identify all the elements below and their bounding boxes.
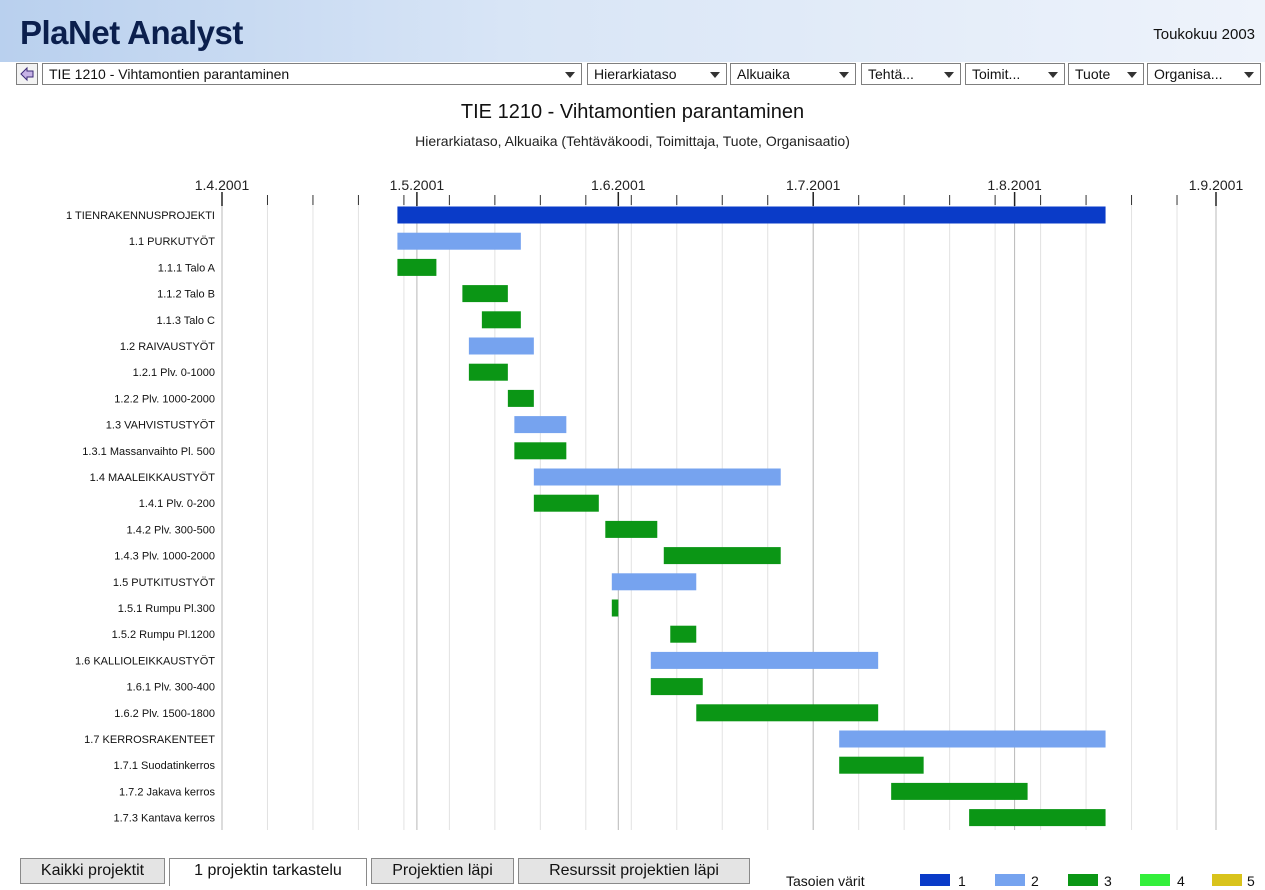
task-label: 1.6 KALLIOLEIKKAUSTYÖT xyxy=(75,655,215,667)
task-bar xyxy=(514,416,567,434)
legend-label-4: 4 xyxy=(1177,873,1185,889)
task-bar xyxy=(397,232,521,250)
task-bar xyxy=(670,625,697,643)
task-label: 1.6.2 Plv. 1500-1800 xyxy=(114,708,215,720)
legend-title: Tasoien värit xyxy=(786,873,865,889)
task-label: 1.1.2 Talo B xyxy=(157,289,215,301)
task-label: 1 TIENRAKENNUSPROJEKTI xyxy=(66,210,215,222)
legend-swatch-5 xyxy=(1212,874,1242,886)
task-bar xyxy=(507,389,534,407)
task-label: 1.5.2 Rumpu Pl.1200 xyxy=(112,629,215,641)
task-label: 1.6.1 Plv. 300-400 xyxy=(127,682,215,694)
task-label: 1.5 PUTKITUSTYÖT xyxy=(113,577,215,589)
axis-tick-label: 1.9.2001 xyxy=(1189,177,1244,193)
task-bar xyxy=(397,206,1106,224)
legend-label-2: 2 xyxy=(1031,873,1039,889)
task-bar xyxy=(468,337,534,355)
task-bar xyxy=(650,678,703,696)
task-label: 1.7.1 Suodatinkerros xyxy=(113,760,215,772)
task-label: 1.2 RAIVAUSTYÖT xyxy=(120,341,215,353)
task-bar xyxy=(605,520,658,538)
task-bar xyxy=(839,756,924,774)
axis-tick-label: 1.6.2001 xyxy=(591,177,646,193)
task-label: 1.3 VAHVISTUSTYÖT xyxy=(106,420,215,432)
task-bar xyxy=(696,704,879,722)
task-bar xyxy=(533,494,599,512)
task-label: 1.5.1 Rumpu Pl.300 xyxy=(118,603,215,615)
task-label: 1.4.2 Plv. 300-500 xyxy=(127,524,215,536)
task-bar xyxy=(839,730,1106,748)
task-bar xyxy=(650,651,879,669)
task-bar xyxy=(481,311,521,329)
task-bar xyxy=(462,285,508,303)
task-label: 1.1.3 Talo C xyxy=(156,315,215,327)
legend-swatch-2 xyxy=(995,874,1025,886)
task-bar xyxy=(969,809,1106,827)
task-label: 1.7.2 Jakava kerros xyxy=(119,786,215,798)
task-label: 1.2.2 Plv. 1000-2000 xyxy=(114,393,215,405)
axis-tick-label: 1.8.2001 xyxy=(987,177,1042,193)
task-bar xyxy=(533,468,781,486)
task-bar xyxy=(611,573,697,591)
task-label: 1.3.1 Massanvaihto Pl. 500 xyxy=(82,446,215,458)
task-bar xyxy=(397,258,437,276)
task-label: 1.2.1 Plv. 0-1000 xyxy=(133,367,215,379)
legend-swatch-4 xyxy=(1140,874,1170,886)
legend-label-5: 5 xyxy=(1247,873,1255,889)
axis-tick-label: 1.4.2001 xyxy=(195,177,250,193)
task-bar xyxy=(468,363,508,381)
legend-label-1: 1 xyxy=(958,873,966,889)
legend-swatch-3 xyxy=(1068,874,1098,886)
legend-swatch-1 xyxy=(920,874,950,886)
tab-all-projects[interactable]: Kaikki projektit xyxy=(20,858,165,884)
task-label: 1.7.3 Kantava kerros xyxy=(113,813,215,825)
tab-across-projects[interactable]: Projektien läpi xyxy=(371,858,514,884)
tab-single-project[interactable]: 1 projektin tarkastelu xyxy=(169,858,367,886)
axis-tick-label: 1.7.2001 xyxy=(786,177,841,193)
task-label: 1.4.1 Plv. 0-200 xyxy=(139,498,215,510)
axis-tick-label: 1.5.2001 xyxy=(390,177,445,193)
task-bar xyxy=(514,442,567,460)
legend-label-3: 3 xyxy=(1104,873,1112,889)
task-bar xyxy=(891,782,1028,800)
task-label: 1.4.3 Plv. 1000-2000 xyxy=(114,551,215,563)
task-label: 1.1.1 Talo A xyxy=(158,262,216,274)
task-label: 1.7 KERROSRAKENTEET xyxy=(84,734,215,746)
task-bar xyxy=(663,547,781,565)
task-label: 1.4 MAALEIKKAUSTYÖT xyxy=(90,472,216,484)
task-bar xyxy=(611,599,619,617)
gantt-chart: 1.4.2001 1.5.2001 1.6.2001 1.7.2001 1.8.2001… xyxy=(66,177,1244,830)
tab-resources-across-projects[interactable]: Resurssit projektien läpi xyxy=(518,858,750,884)
task-label: 1.1 PURKUTYÖT xyxy=(129,236,215,248)
